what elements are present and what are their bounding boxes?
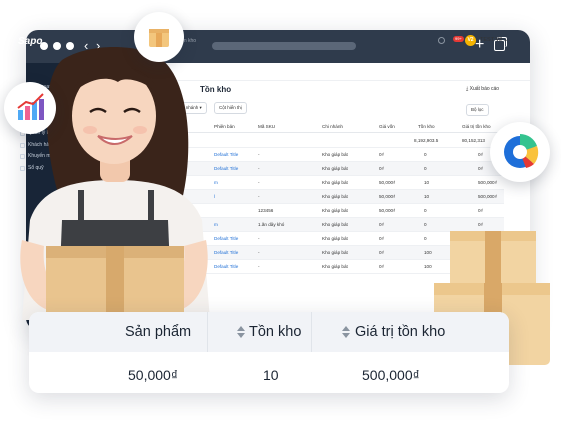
col-branch[interactable]: Chi nhánh bbox=[322, 124, 343, 129]
cell-value: 500,000₫ bbox=[478, 194, 497, 199]
cell-sku: - bbox=[258, 194, 260, 199]
col-stock-value[interactable]: Giá trị tồn kho bbox=[462, 124, 491, 129]
filter-button[interactable]: Bộ lọc bbox=[466, 104, 489, 116]
cell-sku: - bbox=[258, 264, 260, 269]
hero-illustration: ‹ › + Sapo Tổng quanĐơn hàngVận chuyểnSả… bbox=[0, 0, 561, 434]
cell-cost: 0₫ bbox=[379, 264, 384, 269]
cell-stock: 0 bbox=[424, 222, 427, 227]
sort-icon[interactable] bbox=[237, 326, 245, 338]
notification-badge[interactable]: 99+ bbox=[453, 36, 464, 42]
cell-stock: 10 bbox=[424, 180, 430, 185]
export-label: Xuất báo cáo bbox=[469, 86, 500, 92]
card-col-product: Sản phẩm bbox=[125, 324, 192, 340]
cell-sku: - bbox=[258, 152, 260, 157]
card-value-stock: 10 bbox=[263, 367, 279, 383]
cell-sku: - bbox=[258, 236, 260, 241]
address-bar[interactable] bbox=[212, 42, 356, 50]
export-report-button[interactable]: ⤓ Xuất báo cáo bbox=[466, 86, 499, 92]
cell-value: 0₫ bbox=[478, 152, 483, 157]
cell-sku: - bbox=[258, 166, 260, 171]
avatar[interactable]: V2 bbox=[465, 35, 476, 46]
sort-icon[interactable] bbox=[342, 326, 350, 338]
card-value-stock-value: 500,000₫ bbox=[362, 367, 420, 383]
cell-value: 0₫ bbox=[478, 166, 483, 171]
shop-name[interactable]: TEST V2 ⌄ bbox=[480, 37, 508, 43]
box-icon-bubble bbox=[134, 12, 184, 62]
cell-branch: Kho giáp bát bbox=[322, 222, 348, 227]
cell-sku: 1.ăn dây khó bbox=[258, 222, 285, 227]
cell-cost: 50,000₫ bbox=[379, 194, 396, 199]
card-col-stock-value: Giá trị tồn kho bbox=[355, 324, 446, 340]
box-icon bbox=[149, 29, 169, 47]
col-cost[interactable]: Giá vốn bbox=[379, 124, 395, 129]
col-sku[interactable]: Mã SKU bbox=[258, 124, 275, 129]
cell-sku: - bbox=[258, 250, 260, 255]
cell-sku: 123456 bbox=[258, 208, 274, 213]
cell-cost: 0₫ bbox=[379, 152, 384, 157]
cell-value: 0₫ bbox=[478, 208, 483, 213]
cell-branch: Kho giáp bát bbox=[322, 250, 348, 255]
help-icon[interactable] bbox=[438, 37, 445, 44]
summary-value: 80,152,313 bbox=[462, 138, 485, 143]
cell-cost: 50,000₫ bbox=[379, 180, 396, 185]
card-value-price: 50,000₫ bbox=[128, 367, 179, 383]
cell-branch: Kho giáp bát bbox=[322, 194, 348, 199]
cell-cost: 0₫ bbox=[379, 250, 384, 255]
stock-summary-card: Sản phẩm Tồn kho Giá trị tồn kho 50,000₫… bbox=[29, 312, 509, 393]
cell-cost: 0₫ bbox=[379, 166, 384, 171]
cell-cost: 0₫ bbox=[379, 222, 384, 227]
summary-stock: 8,192,903.5 bbox=[414, 138, 439, 143]
cell-stock: 0 bbox=[424, 152, 427, 157]
cell-cost: 0₫ bbox=[379, 236, 384, 241]
cell-stock: 0 bbox=[424, 236, 427, 241]
column-divider bbox=[311, 312, 312, 352]
cell-stock: 0 bbox=[424, 166, 427, 171]
card-col-stock: Tồn kho bbox=[249, 324, 302, 340]
cell-branch: Kho giáp bát bbox=[322, 166, 348, 171]
cell-branch: Kho giáp bát bbox=[322, 152, 348, 157]
cell-branch: Kho giáp bát bbox=[322, 180, 348, 185]
cell-branch: Kho giáp bát bbox=[322, 236, 348, 241]
cell-branch: Kho giáp bát bbox=[322, 264, 348, 269]
cell-branch: Kho giáp bát bbox=[322, 208, 348, 213]
cell-stock: 10 bbox=[424, 194, 430, 199]
cell-stock: 0 bbox=[424, 208, 427, 213]
col-stock[interactable]: Tồn kho bbox=[418, 124, 435, 129]
cell-cost: 50,000₫ bbox=[379, 208, 396, 213]
cell-sku: - bbox=[258, 180, 260, 185]
pie-chart-icon bbox=[504, 133, 539, 168]
bar-chart-bubble bbox=[4, 82, 56, 134]
column-divider bbox=[207, 312, 208, 352]
pie-chart-bubble bbox=[490, 122, 550, 182]
bar-chart-icon bbox=[17, 93, 44, 120]
